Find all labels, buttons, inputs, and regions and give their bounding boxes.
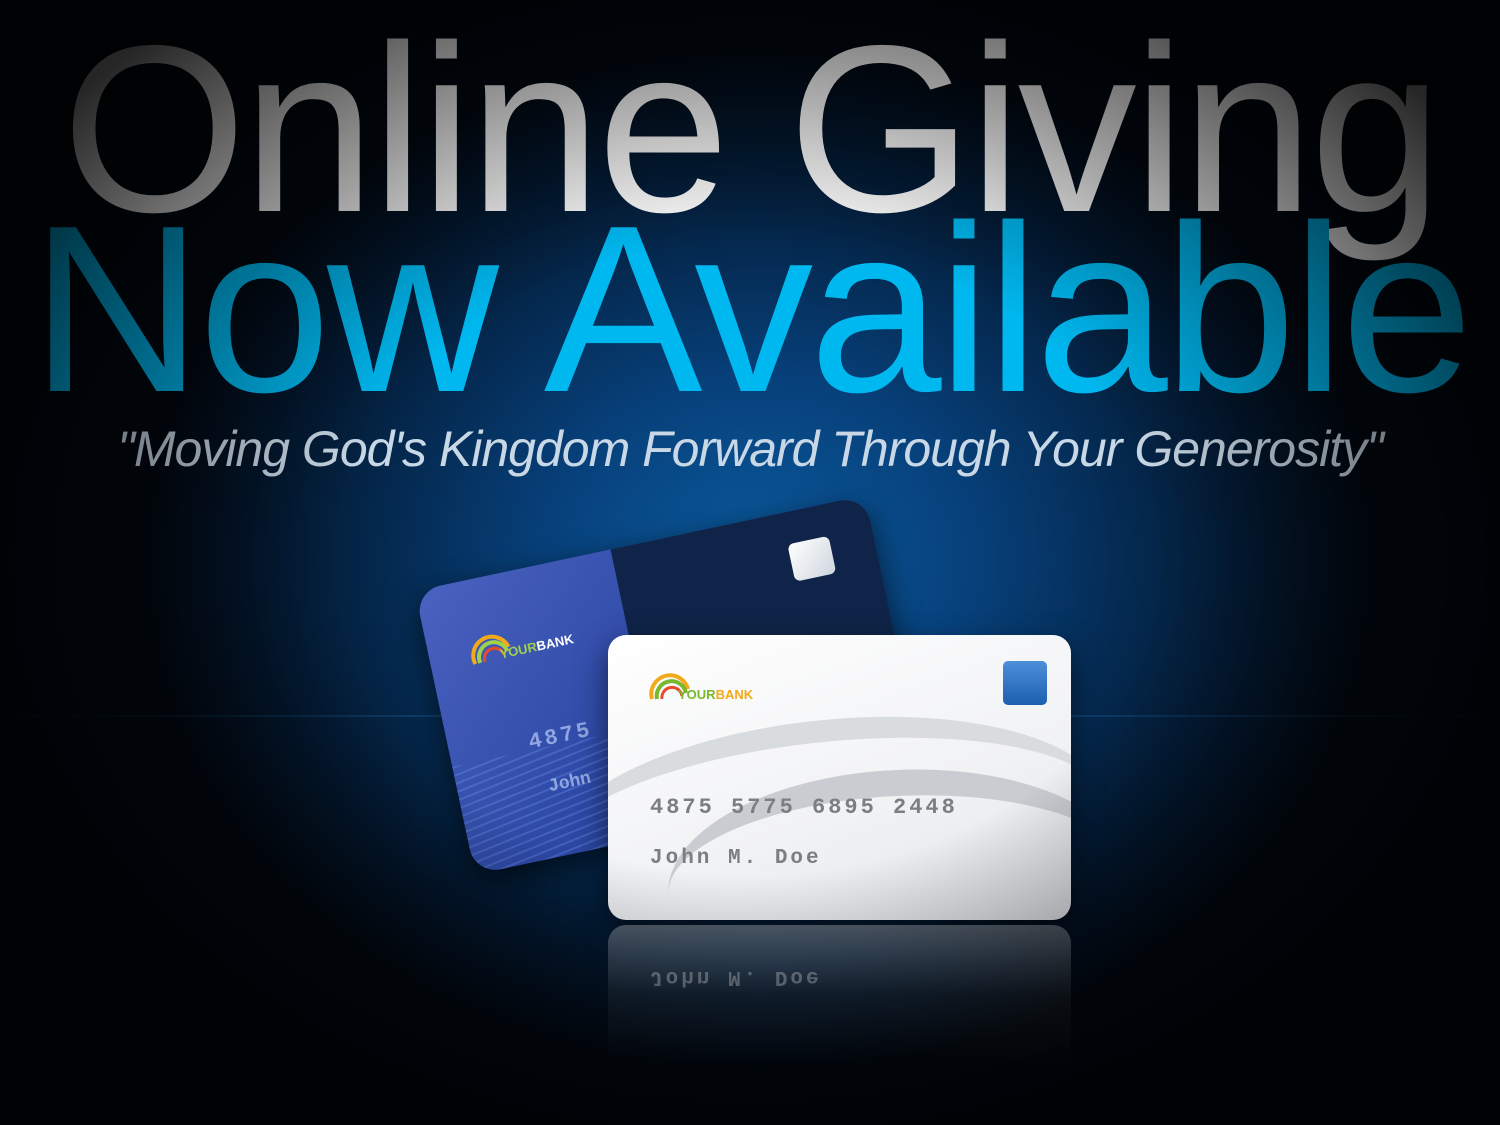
card-number: 4875 5775 6895 2448 [650,795,958,820]
card-reflection: John M. Doe [608,925,1071,1065]
tagline: "Moving God's Kingdom Forward Through Yo… [117,421,1384,477]
bank-logo: YOURBANK [648,665,753,706]
reflected-cardholder-name: John M. Doe [650,965,822,988]
credit-card-front: YOURBANK 4875 5775 6895 2448 John M. Doe [608,635,1071,920]
bank-logo-text: YOURBANK [678,687,754,702]
promo-slide: Online Giving Now Available "Moving God'… [0,0,1500,1125]
cardholder-name: John M. Doe [650,847,822,870]
card-chip-icon [1003,661,1047,705]
bank-logo: YOURBANK [464,622,575,671]
headline-line-2: Now Available [30,177,1474,442]
